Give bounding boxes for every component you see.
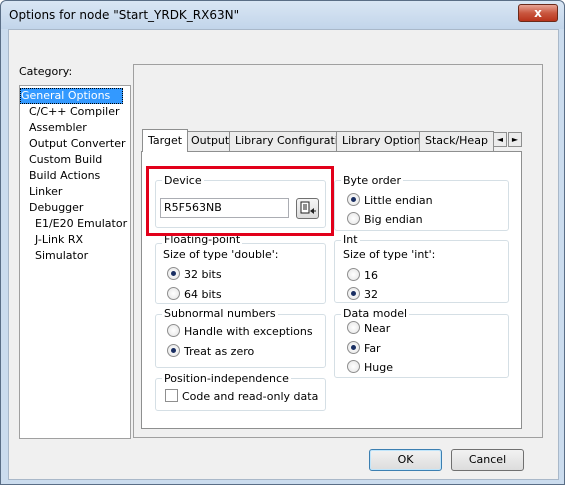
device-highlight-box xyxy=(146,166,334,236)
ok-button[interactable]: OK xyxy=(369,449,442,471)
category-item-linker[interactable]: Linker xyxy=(28,184,62,200)
radio-near-label[interactable]: Near xyxy=(364,322,390,335)
category-label: Category: xyxy=(19,65,73,78)
radio-treat-as-zero[interactable] xyxy=(167,344,180,357)
category-item-c-cpp-compiler[interactable]: C/C++ Compiler xyxy=(28,104,120,120)
category-item-assembler[interactable]: Assembler xyxy=(28,120,87,136)
radio-32-bits[interactable] xyxy=(167,267,180,280)
subnormal-group xyxy=(155,314,326,368)
radio-little-endian-label[interactable]: Little endian xyxy=(364,194,433,207)
tab-library-options[interactable]: Library Options xyxy=(336,131,433,151)
radio-64-bits-label[interactable]: 64 bits xyxy=(184,288,222,301)
radio-int-32[interactable] xyxy=(347,287,360,300)
byte-order-group-title: Byte order xyxy=(341,174,403,187)
radio-far-label[interactable]: Far xyxy=(364,342,381,355)
window-title: Options for node "Start_YRDK_RX63N" xyxy=(9,8,240,22)
radio-treat-as-zero-label[interactable]: Treat as zero xyxy=(184,345,254,358)
radio-32-bits-label[interactable]: 32 bits xyxy=(184,268,222,281)
tab-target[interactable]: Target xyxy=(142,129,189,152)
data-model-group-title: Data model xyxy=(341,307,410,320)
radio-big-endian[interactable] xyxy=(347,212,360,225)
close-button[interactable]: x xyxy=(518,4,558,22)
subnormal-group-title: Subnormal numbers xyxy=(162,307,278,320)
category-item-general-options[interactable]: General Options xyxy=(20,88,123,104)
radio-near[interactable] xyxy=(347,321,360,334)
radio-far[interactable] xyxy=(347,341,360,354)
radio-handle-with-exceptions[interactable] xyxy=(167,324,180,337)
tab-scroll-right-button[interactable]: ► xyxy=(508,132,522,147)
category-item-debugger[interactable]: Debugger xyxy=(28,200,83,216)
int-group-title: Int xyxy=(341,233,360,246)
tab-scroll-left-button[interactable]: ◄ xyxy=(493,132,507,147)
category-item-e1-e20-emulator[interactable]: E1/E20 Emulator xyxy=(34,216,127,232)
category-item-custom-build[interactable]: Custom Build xyxy=(28,152,102,168)
code-readonly-checkbox-label[interactable]: Code and read-only data xyxy=(182,390,318,403)
tab-stack-heap[interactable]: Stack/Heap xyxy=(419,131,494,151)
cancel-button[interactable]: Cancel xyxy=(451,449,524,471)
category-item-simulator[interactable]: Simulator xyxy=(34,248,88,264)
category-item-jlink-rx[interactable]: J-Link RX xyxy=(34,232,83,248)
title-bar[interactable]: Options for node "Start_YRDK_RX63N" x xyxy=(1,1,564,29)
category-list[interactable]: General Options C/C++ Compiler Assembler… xyxy=(19,85,131,439)
radio-int-32-label[interactable]: 32 xyxy=(364,288,378,301)
radio-64-bits[interactable] xyxy=(167,287,180,300)
radio-int-16[interactable] xyxy=(347,268,360,281)
radio-handle-with-exceptions-label[interactable]: Handle with exceptions xyxy=(184,325,313,338)
radio-huge-label[interactable]: Huge xyxy=(364,361,393,374)
code-readonly-checkbox[interactable] xyxy=(165,389,178,402)
position-independence-group-title: Position-independence xyxy=(162,372,291,385)
tab-output[interactable]: Output xyxy=(185,131,236,151)
radio-huge[interactable] xyxy=(347,360,360,373)
double-size-label: Size of type 'double': xyxy=(163,248,279,261)
category-item-build-actions[interactable]: Build Actions xyxy=(28,168,100,184)
data-model-group xyxy=(334,314,509,378)
radio-int-16-label[interactable]: 16 xyxy=(364,269,378,282)
radio-big-endian-label[interactable]: Big endian xyxy=(364,213,423,226)
radio-little-endian[interactable] xyxy=(347,193,360,206)
int-size-label: Size of type 'int': xyxy=(343,248,436,261)
category-item-output-converter[interactable]: Output Converter xyxy=(28,136,126,152)
